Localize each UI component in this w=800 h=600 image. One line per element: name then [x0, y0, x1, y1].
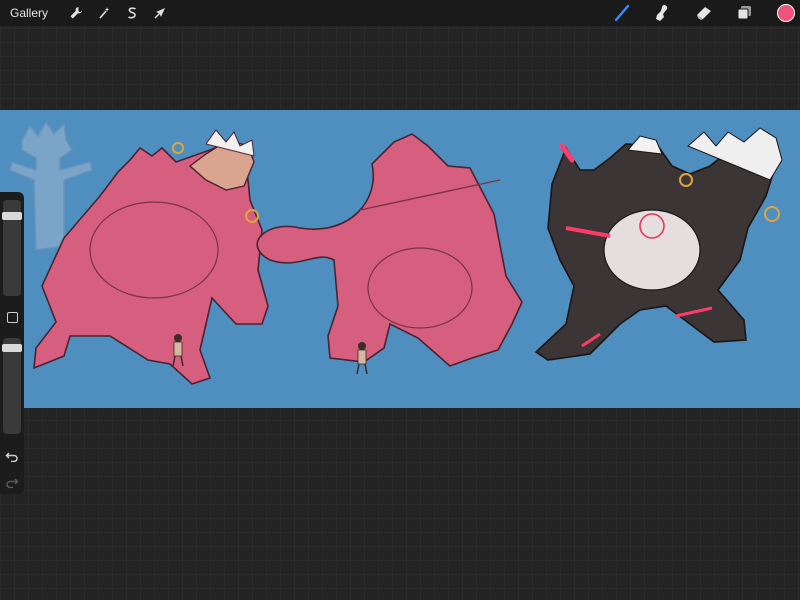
brush-size-thumb[interactable] — [2, 211, 22, 220]
artwork — [9, 120, 783, 385]
character-finished-color — [534, 127, 783, 361]
gallery-button[interactable]: Gallery — [10, 6, 48, 20]
smudge-button[interactable] — [648, 0, 676, 26]
eraser-icon — [697, 7, 711, 20]
color-button[interactable] — [772, 0, 800, 26]
eraser-button[interactable] — [690, 0, 718, 26]
layers-button[interactable] — [730, 0, 758, 26]
modify-square-icon[interactable] — [7, 312, 18, 323]
wrench-icon — [70, 7, 83, 19]
actions-button[interactable] — [62, 0, 90, 26]
brush-button[interactable] — [608, 0, 636, 26]
opacity-slider[interactable] — [3, 338, 21, 434]
arrow-cursor-icon — [154, 8, 166, 19]
drawing-canvas[interactable] — [0, 110, 800, 408]
brush-stroke — [614, 4, 630, 22]
character-back-sketch — [256, 133, 523, 367]
transform-button[interactable] — [146, 0, 174, 26]
side-slider-panel — [0, 192, 24, 494]
smudge-finger-icon — [656, 5, 668, 21]
top-toolbar: Gallery — [0, 0, 800, 26]
brush-icon — [614, 4, 630, 22]
redo-icon[interactable] — [5, 474, 19, 488]
color-swatch-icon — [777, 4, 795, 22]
layers-icon — [737, 6, 751, 20]
undo-icon[interactable] — [5, 448, 19, 462]
adjustments-button[interactable] — [90, 0, 118, 26]
human-scale-figure-2 — [356, 342, 368, 375]
opacity-thumb[interactable] — [2, 343, 22, 352]
magic-wand-icon — [99, 7, 110, 19]
selection-button[interactable] — [118, 0, 146, 26]
selection-s-icon — [128, 7, 136, 19]
